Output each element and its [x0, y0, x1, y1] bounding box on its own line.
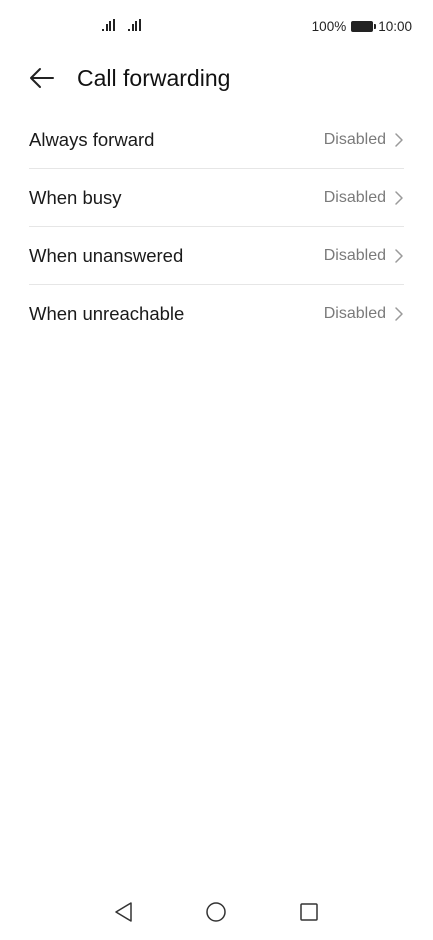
list-item-when-unanswered[interactable]: When unanswered Disabled	[29, 227, 404, 285]
signal-icon	[128, 19, 141, 31]
list-item-when-unreachable[interactable]: When unreachable Disabled	[29, 285, 404, 343]
nav-home-icon[interactable]	[204, 900, 228, 924]
nav-recents-icon[interactable]	[297, 900, 321, 924]
item-status: Disabled	[323, 305, 386, 322]
call-forwarding-list: Always forward Disabled When busy Disabl…	[29, 111, 404, 343]
battery-icon	[351, 21, 377, 32]
chevron-right-icon	[395, 307, 403, 321]
item-status: Disabled	[323, 188, 386, 206]
nav-back-icon[interactable]	[112, 900, 136, 924]
item-label: When busy	[29, 186, 122, 208]
chevron-right-icon	[395, 190, 403, 205]
clock: 10:00	[378, 19, 412, 34]
call-forwarding-screen: 100% 10:00 Call forwarding Always forwar…	[0, 0, 433, 940]
back-arrow-icon	[30, 68, 54, 88]
item-label: Always forward	[29, 128, 155, 150]
navigation-bar	[0, 886, 433, 940]
list-item-when-busy[interactable]: When busy Disabled	[29, 169, 404, 227]
app-header: Call forwarding	[0, 52, 433, 104]
back-button[interactable]	[28, 65, 56, 91]
item-label: When unreachable	[29, 303, 185, 324]
page-title: Call forwarding	[77, 65, 231, 91]
item-right: Disabled	[324, 131, 404, 149]
status-bar: 100% 10:00	[0, 0, 433, 52]
battery-percent: 100%	[311, 19, 347, 34]
item-right: Disabled	[324, 189, 404, 207]
list-item-always-forward[interactable]: Always forward Disabled	[29, 111, 404, 169]
item-right: Disabled	[324, 305, 404, 323]
item-right: Disabled	[324, 247, 404, 265]
status-right: 100% 10:00	[312, 19, 412, 34]
chevron-right-icon	[395, 248, 403, 263]
item-status: Disabled	[323, 130, 386, 148]
item-status: Disabled	[323, 246, 386, 264]
chevron-right-icon	[395, 132, 403, 147]
signal-icon	[102, 19, 115, 31]
item-label: When unanswered	[29, 244, 184, 266]
